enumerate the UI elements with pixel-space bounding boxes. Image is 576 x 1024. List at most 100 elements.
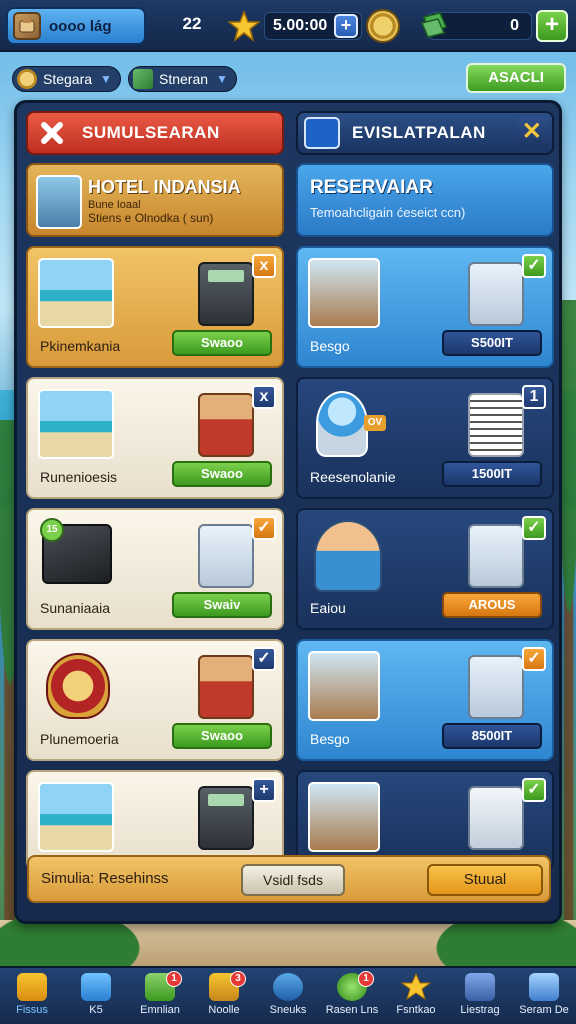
top-right-action-button[interactable]: ASACLI: [466, 63, 566, 93]
beach-image: [38, 782, 114, 852]
card-label: Reesenolanie: [310, 469, 396, 485]
nav-item-rasen[interactable]: 1 Rasen Lns: [320, 968, 384, 1024]
cash-register-icon: [198, 524, 254, 588]
gems-value: 0: [510, 17, 519, 34]
reservation-card[interactable]: OV 1 Reesenolanie 1500IT: [296, 377, 554, 499]
simulation-card[interactable]: x Runenioesis Swaoo: [26, 377, 284, 499]
hotel-title: HOTEL INDANSIA: [88, 177, 241, 197]
card-label: Sunaniaaia: [40, 600, 111, 616]
add-coins-button[interactable]: +: [334, 14, 358, 38]
chevron-down-icon: ▼: [216, 72, 228, 86]
main-panel: SUMULSEARAN HOTEL INDANSIA Bune Ioaal St…: [14, 100, 562, 924]
cash-icon: [133, 69, 153, 89]
card-action-button[interactable]: Swaoo: [172, 723, 272, 749]
star-icon: [401, 973, 431, 1001]
card-label: Besgo: [310, 338, 350, 354]
card-action-button[interactable]: AROUS: [442, 592, 542, 618]
level-badge-icon: 15: [40, 518, 64, 542]
check-icon[interactable]: ✓: [252, 647, 276, 671]
nav-item-emnlian[interactable]: 1 Emnlian: [128, 968, 192, 1024]
player-name: oooo lág: [49, 17, 112, 35]
nav-item-liestrag[interactable]: Liestrag: [448, 968, 512, 1024]
check-icon[interactable]: ✓: [522, 647, 546, 671]
player-profile-chip[interactable]: oooo lág: [6, 7, 146, 45]
ov-tag: OV: [364, 415, 386, 431]
staff-portrait: [36, 175, 82, 229]
reservation-info-card: RESERVAIAR Temoahcligain ćeseict ccn): [296, 163, 554, 237]
calculator-icon: [198, 786, 254, 850]
guest-character: [314, 520, 382, 592]
add-gems-button[interactable]: +: [536, 10, 568, 42]
check-icon[interactable]: ✓: [252, 516, 276, 540]
footer-label: Simulia: Resehinss: [41, 870, 169, 887]
nav-item-seram[interactable]: Seram De: [512, 968, 576, 1024]
nav-item-sneuks[interactable]: Sneuks: [256, 968, 320, 1024]
card-action-button[interactable]: S500IT: [442, 330, 542, 356]
simulation-card[interactable]: 15 ✓ Sunaniaaia Swaiv: [26, 508, 284, 630]
reservation-card[interactable]: ✓ Besgo S500IT: [296, 246, 554, 368]
close-icon[interactable]: ✕: [516, 117, 548, 149]
hotel-info-card: HOTEL INDANSIA Bune Ioaal Stiens e Olnod…: [26, 163, 284, 237]
reservation-card[interactable]: ✓ Besgo 8500IT: [296, 639, 554, 761]
tab-reservation[interactable]: EVISLATPALAN ✕: [296, 111, 554, 155]
card-label: Pkinemkania: [40, 338, 121, 354]
nav-item-k5[interactable]: K5: [64, 968, 128, 1024]
room-image: [308, 651, 380, 721]
add-icon[interactable]: +: [252, 778, 276, 802]
footer-middle-button[interactable]: Vsidl fsds: [241, 864, 345, 896]
beach-image: [38, 389, 114, 459]
tab-simulation-label: SUMULSEARAN: [82, 123, 220, 142]
reservation-title: RESERVAIAR: [310, 177, 433, 198]
stegara-dropdown[interactable]: Stegara ▼: [12, 66, 121, 92]
home-icon: [17, 973, 47, 1001]
card-action-button[interactable]: 1500IT: [442, 461, 542, 487]
room-image: [308, 258, 380, 328]
cash-icon: [420, 12, 447, 38]
card-action-button[interactable]: Swaoo: [172, 330, 272, 356]
nav-item-noolle[interactable]: 3 Noolle: [192, 968, 256, 1024]
medal-icon[interactable]: [366, 9, 400, 43]
manager-character: [198, 655, 254, 719]
footer-right-button[interactable]: Stuual: [427, 864, 543, 896]
coins-value: 5.00:00: [273, 17, 328, 34]
chevron-down-icon: ▼: [100, 72, 112, 86]
stneran-dropdown[interactable]: Stneran ▼: [128, 66, 237, 92]
left-column: SUMULSEARAN HOTEL INDANSIA Bune Ioaal St…: [26, 111, 284, 870]
card-label: Eaiou: [310, 600, 346, 616]
stneran-label: Stneran: [159, 71, 209, 87]
beach-image: [38, 258, 114, 328]
check-icon[interactable]: ✓: [522, 254, 546, 278]
cash-register-icon: [468, 524, 524, 588]
simulation-card[interactable]: ✓ Plunemoeria Swaoo: [26, 639, 284, 761]
reservation-card[interactable]: ✓ Eaiou AROUS: [296, 508, 554, 630]
close-icon[interactable]: x: [252, 254, 276, 278]
check-icon[interactable]: ✓: [522, 778, 546, 802]
telephone-icon: [468, 786, 524, 850]
card-action-button[interactable]: Swaiv: [172, 592, 272, 618]
globe-icon: [273, 973, 303, 1001]
card-action-button[interactable]: 8500IT: [442, 723, 542, 749]
top-bar: oooo lág 22 5.00:00 + 0 +: [0, 0, 576, 52]
check-icon[interactable]: ✓: [522, 516, 546, 540]
notification-badge: 1: [358, 971, 374, 987]
people-icon: [529, 973, 559, 1001]
map-icon: [81, 973, 111, 1001]
hotel-subtitle: Bune Ioaal: [88, 199, 141, 211]
close-icon[interactable]: x: [252, 385, 276, 409]
nav-item-home[interactable]: Fissus: [0, 968, 64, 1024]
simulation-card[interactable]: x Pkinemkania Swaoo: [26, 246, 284, 368]
tab-simulation[interactable]: SUMULSEARAN: [26, 111, 284, 155]
coin-icon: [17, 69, 37, 89]
nav-item-fsntkao[interactable]: Fsntkao: [384, 968, 448, 1024]
book-icon: [304, 117, 340, 149]
receptionist-character: [198, 393, 254, 457]
notification-badge: 1: [166, 971, 182, 987]
card-action-button[interactable]: Swaoo: [172, 461, 272, 487]
document-icon: [468, 393, 524, 457]
notification-badge: 3: [230, 971, 246, 987]
cash-register-icon: [468, 655, 524, 719]
bottom-navigation: Fissus K5 1 Emnlian 3 Noolle Sneuks 1 Ra…: [0, 966, 576, 1024]
player-level: 22: [182, 14, 202, 33]
right-column: EVISLATPALAN ✕ RESERVAIAR Temoahcligain …: [296, 111, 554, 870]
list-icon: [465, 973, 495, 1001]
